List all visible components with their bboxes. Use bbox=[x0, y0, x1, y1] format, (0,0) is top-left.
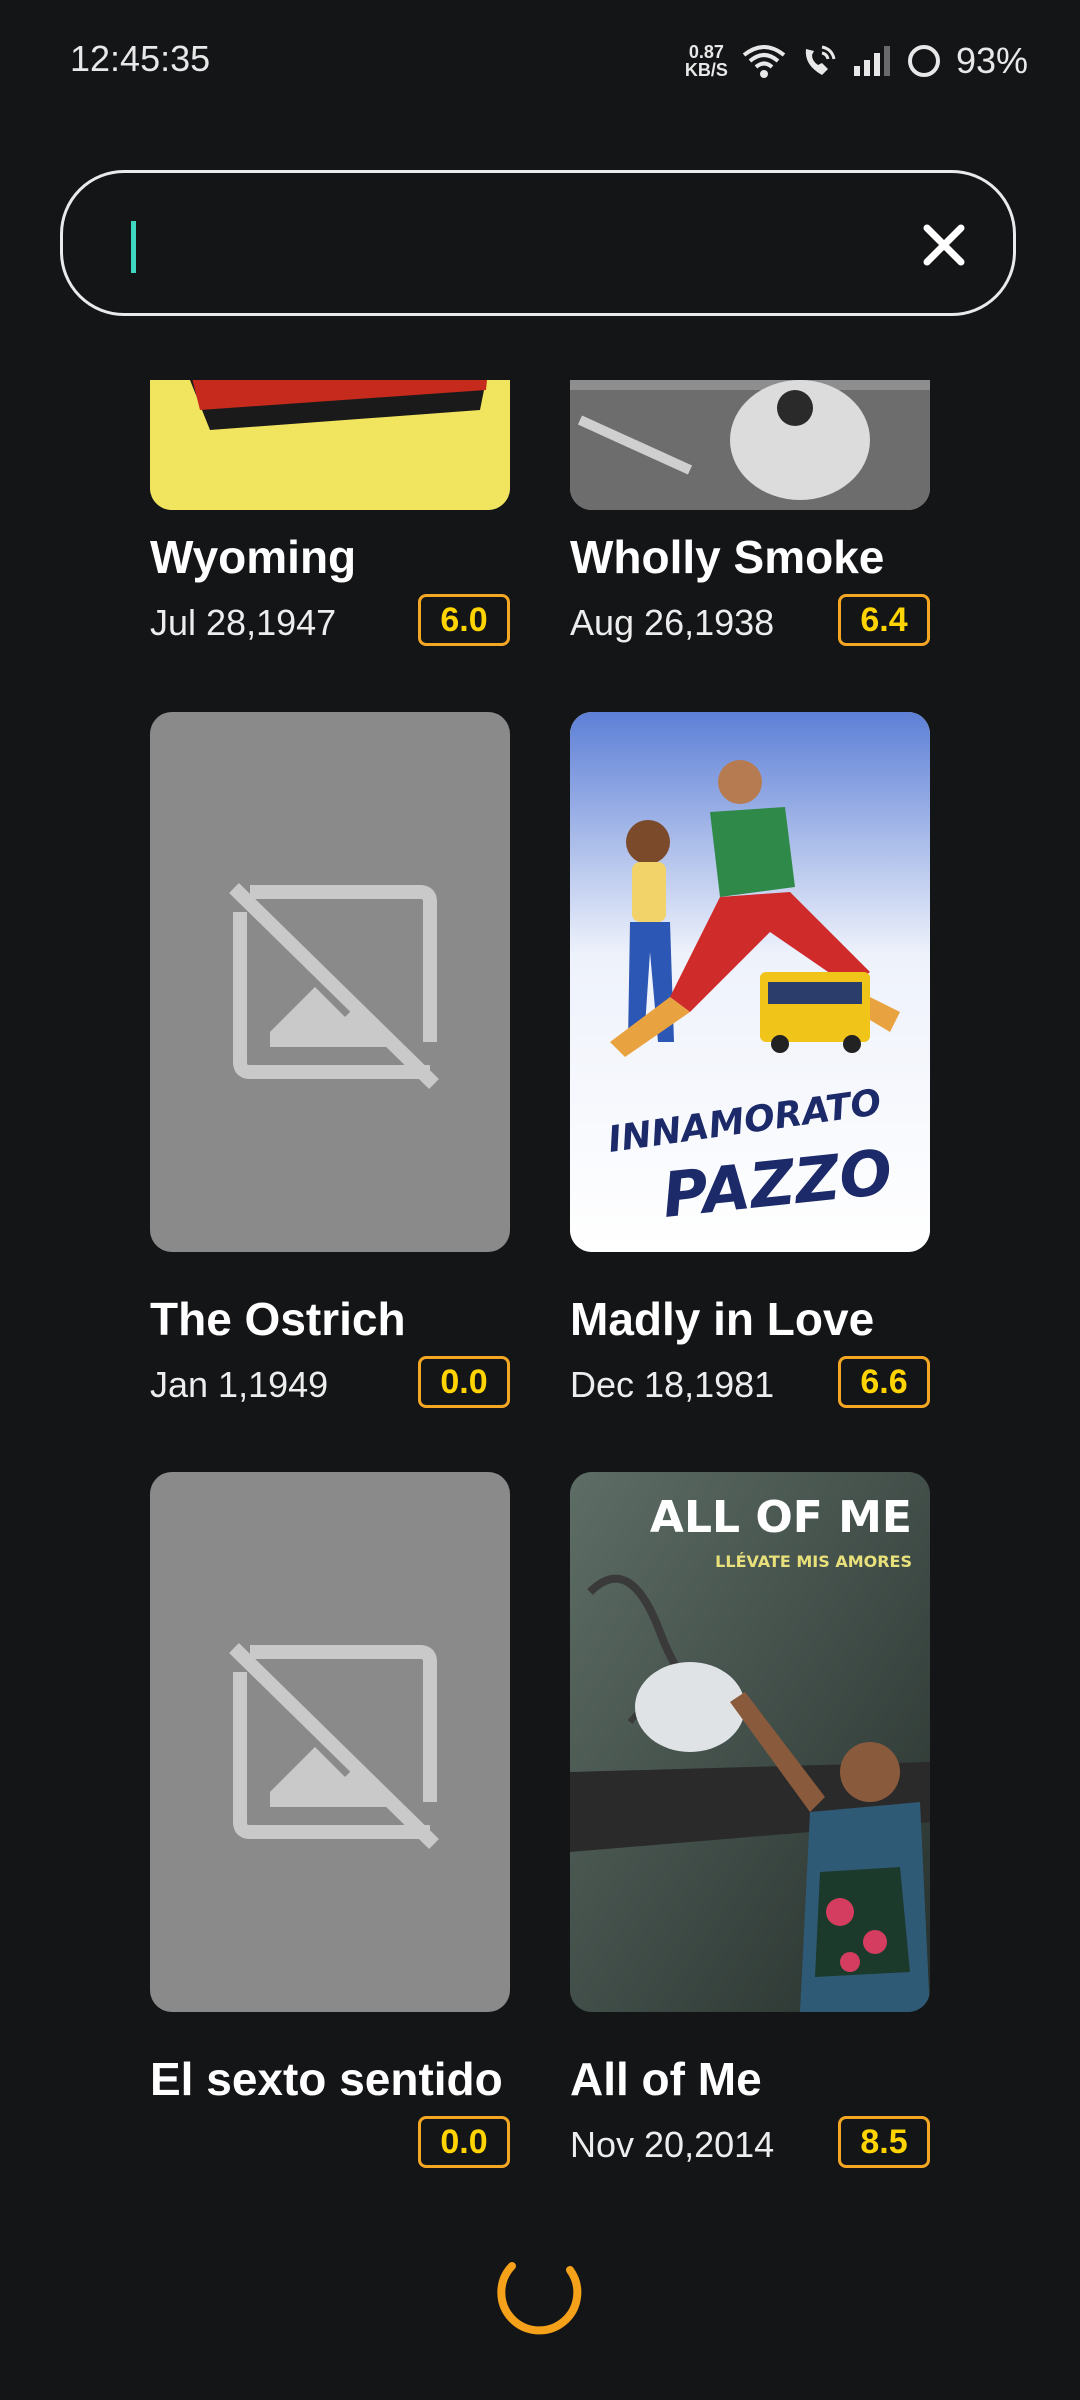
movie-title: The Ostrich bbox=[150, 1293, 406, 1345]
movie-poster bbox=[150, 1472, 510, 2012]
status-bar: 12:45:35 0.87 KB/S 93% bbox=[0, 0, 1080, 120]
net-speed: 0.87 KB/S bbox=[684, 42, 728, 80]
rating-badge: 6.0 bbox=[418, 594, 510, 646]
poster-title-line1: ALL OF ME bbox=[650, 1492, 912, 1543]
movie-poster bbox=[150, 712, 510, 1252]
movie-date: Jul 28,1947 bbox=[150, 602, 337, 643]
no-image-icon bbox=[229, 883, 439, 1089]
search-bar bbox=[60, 170, 1016, 316]
wifi-call-icon bbox=[805, 45, 836, 75]
movie-title: Wyoming bbox=[150, 531, 357, 583]
poster-title-line2: LLÉVATE MIS AMORES bbox=[715, 1552, 912, 1571]
search-input[interactable] bbox=[123, 213, 887, 281]
signal-icon bbox=[853, 46, 890, 76]
movie-poster bbox=[150, 380, 510, 510]
battery-ring-icon bbox=[907, 45, 940, 77]
text-caret bbox=[131, 221, 136, 273]
poster-art bbox=[150, 380, 510, 510]
rating-badge: 6.6 bbox=[838, 1356, 930, 1408]
rating-badge: 0.0 bbox=[418, 2116, 510, 2168]
poster-art: INNAMORATO PAZZO bbox=[570, 712, 930, 1252]
rating-badge: 8.5 bbox=[838, 2116, 930, 2168]
status-icons: 0.87 KB/S 93% bbox=[685, 36, 1028, 86]
battery-percent: 93% bbox=[955, 40, 1028, 81]
movie-poster: INNAMORATO PAZZO bbox=[570, 712, 930, 1252]
no-image-icon bbox=[229, 1643, 439, 1849]
loading-spinner-icon bbox=[497, 2262, 582, 2335]
movie-date: Nov 20,2014 bbox=[570, 2124, 775, 2165]
poster-art: ALL OF ME LLÉVATE MIS AMORES bbox=[570, 1472, 930, 2012]
movie-poster: ALL OF ME LLÉVATE MIS AMORES bbox=[570, 1472, 930, 2012]
movie-title: All of Me bbox=[570, 2053, 762, 2105]
status-time: 12:45:35 bbox=[70, 38, 211, 79]
movie-date: Aug 26,1938 bbox=[570, 602, 775, 643]
movie-date: Jan 1,1949 bbox=[150, 1364, 329, 1405]
movie-date: Dec 18,1981 bbox=[570, 1364, 775, 1405]
wifi-icon bbox=[742, 45, 786, 78]
rating-badge: 6.4 bbox=[838, 594, 930, 646]
rating-badge: 0.0 bbox=[418, 1356, 510, 1408]
movie-poster bbox=[570, 380, 930, 510]
movie-title: Madly in Love bbox=[570, 1293, 875, 1345]
poster-art bbox=[570, 380, 930, 510]
movie-title: Wholly Smoke bbox=[570, 531, 885, 583]
movie-grid[interactable]: Wyoming Jul 28,1947 6.0 Wholly Smoke Aug… bbox=[0, 380, 1080, 2200]
movie-title: El sexto sentido bbox=[150, 2053, 503, 2105]
close-icon[interactable] bbox=[917, 218, 971, 272]
